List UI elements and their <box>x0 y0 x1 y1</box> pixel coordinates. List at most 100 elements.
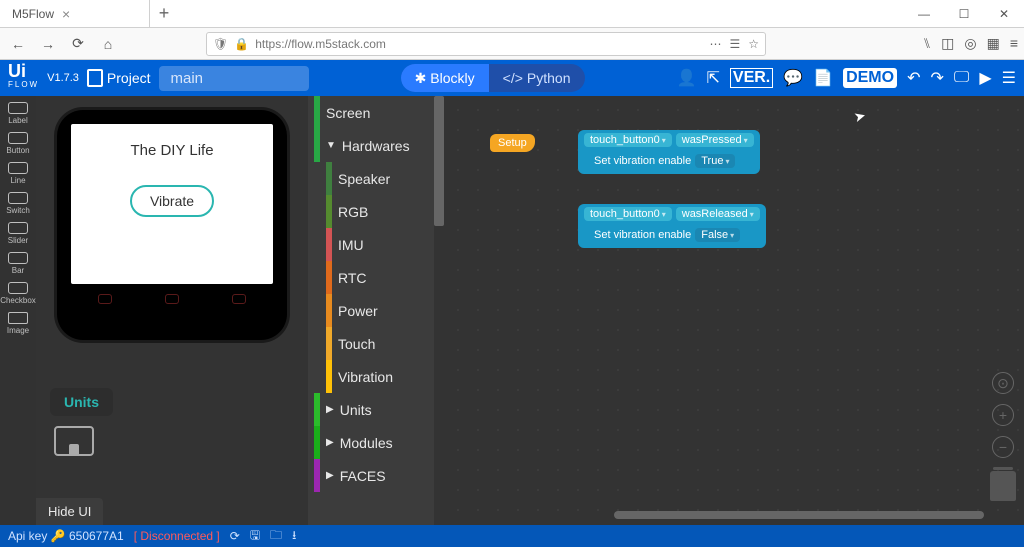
category-vibration[interactable]: Vibration <box>308 360 444 393</box>
app-logo: UiFLOW <box>8 64 39 92</box>
unit-slot[interactable] <box>54 426 94 456</box>
project-icon <box>87 69 103 87</box>
app-header: UiFLOW V1.7.3 Project main ✱ Blockly </>… <box>0 60 1024 96</box>
category-rtc[interactable]: RTC <box>308 261 444 294</box>
save-icon[interactable]: 🖫 <box>250 526 260 547</box>
action-label: Set vibration enable <box>594 155 691 167</box>
doc-icon[interactable]: 📄 <box>813 68 833 88</box>
category-units[interactable]: ▶Units <box>308 393 444 426</box>
status-bar: Api key 🔑 650677A1 [ Disconnected ] ⟳ 🖫 … <box>0 525 1024 547</box>
vibrate-button[interactable]: Vibrate <box>130 185 214 217</box>
setup-block[interactable]: Setup <box>490 134 535 152</box>
forward-icon[interactable]: → <box>36 32 60 56</box>
mode-blockly[interactable]: ✱ Blockly <box>401 64 489 92</box>
close-tab-icon[interactable]: × <box>62 6 70 22</box>
rail-bar[interactable]: Bar <box>8 250 28 276</box>
event-chip: wasReleased▾ <box>676 207 760 221</box>
zoom-in-icon[interactable]: + <box>992 404 1014 426</box>
rail-button[interactable]: Button <box>6 130 29 156</box>
tab-title: M5Flow <box>12 7 54 21</box>
action-label: Set vibration enable <box>594 229 691 241</box>
device-icon[interactable]: 🖵 <box>954 69 969 87</box>
category-scrollbar[interactable] <box>434 96 444 525</box>
canvas-controls: ⊙ + − <box>992 372 1014 458</box>
user-icon[interactable]: 👤 <box>677 68 697 88</box>
device-buttons <box>71 294 273 304</box>
center-icon[interactable]: ⊙ <box>992 372 1014 394</box>
category-modules[interactable]: ▶Modules <box>308 426 444 459</box>
blockly-canvas[interactable]: Setup touch_button0▾ wasPressed▾ Set vib… <box>444 96 1024 525</box>
event-block-released[interactable]: touch_button0▾ wasReleased▾ Set vibratio… <box>578 204 766 248</box>
browser-toolbar: ← → ⟳ ⌂ 🛡 🔒 https://flow.m5stack.com ⋯ ☰… <box>0 28 1024 60</box>
rail-slider[interactable]: Slider <box>8 220 28 246</box>
category-screen[interactable]: Screen <box>308 96 444 129</box>
redo-icon[interactable]: ↷ <box>930 68 943 88</box>
puzzle-icon: ✱ <box>415 70 427 87</box>
version-button[interactable]: VER. <box>730 68 773 88</box>
screen-text: The DIY Life <box>130 142 213 159</box>
target-chip: touch_button0▾ <box>584 207 672 221</box>
library-icon[interactable]: ⑊ <box>923 35 931 52</box>
back-icon[interactable]: ← <box>6 32 30 56</box>
minimize-icon[interactable]: — <box>904 7 944 21</box>
header-actions: 👤 ⇱ VER. 💬 📄 DEMO ↶ ↷ 🖵 ▶ ☰ <box>677 68 1016 88</box>
hide-ui-button[interactable]: Hide UI <box>36 498 103 525</box>
project-name-field[interactable]: main <box>159 66 309 91</box>
event-chip: wasPressed▾ <box>676 133 754 147</box>
window-controls: — ☐ ✕ <box>904 7 1024 21</box>
shield-icon: 🛡 <box>213 37 228 51</box>
undo-icon[interactable]: ↶ <box>907 68 920 88</box>
project-button[interactable]: Project <box>87 69 151 87</box>
device-screen[interactable]: The DIY Life Vibrate <box>71 124 273 284</box>
reader-icon[interactable]: ☰ <box>729 37 740 51</box>
lock-icon: 🔒 <box>234 37 249 51</box>
star-icon[interactable]: ☆ <box>748 37 759 51</box>
mode-switch: ✱ Blockly </> Python <box>401 64 585 92</box>
browser-tab[interactable]: M5Flow × <box>0 0 150 27</box>
category-imu[interactable]: IMU <box>308 228 444 261</box>
version-label: V1.7.3 <box>47 72 79 84</box>
category-rgb[interactable]: RGB <box>308 195 444 228</box>
units-label[interactable]: Units <box>50 388 113 416</box>
rail-switch[interactable]: Switch <box>6 190 30 216</box>
new-tab-button[interactable]: + <box>150 3 178 24</box>
widget-rail: Label Button Line Switch Slider Bar Chec… <box>0 96 36 525</box>
open-icon[interactable]: 🗀 <box>270 526 282 547</box>
canvas-scrollbar[interactable] <box>614 511 984 519</box>
ext1-icon[interactable]: ▦ <box>987 35 1000 52</box>
category-speaker[interactable]: Speaker <box>308 162 444 195</box>
code-icon: </> <box>503 70 523 86</box>
device-preview: The DIY Life Vibrate Units Hide UI <box>36 96 308 525</box>
reload-icon[interactable]: ⟳ <box>66 32 90 56</box>
category-touch[interactable]: Touch <box>308 327 444 360</box>
mouse-cursor-icon: ➤ <box>852 107 868 126</box>
demo-button[interactable]: DEMO <box>843 68 897 88</box>
maximize-icon[interactable]: ☐ <box>944 7 984 21</box>
zoom-out-icon[interactable]: − <box>992 436 1014 458</box>
url-bar[interactable]: 🛡 🔒 https://flow.m5stack.com ⋯ ☰ ☆ <box>206 32 766 56</box>
list-icon[interactable]: ☰ <box>1002 68 1016 88</box>
rail-line[interactable]: Line <box>8 160 28 186</box>
more-icon[interactable]: ⋯ <box>709 37 721 51</box>
run-icon[interactable]: ▶ <box>979 68 991 88</box>
sidebar-icon[interactable]: ◫ <box>941 35 954 52</box>
device-frame: The DIY Life Vibrate <box>57 110 287 340</box>
menu-icon[interactable]: ≡ <box>1010 35 1018 52</box>
account-icon[interactable]: ◎ <box>964 35 976 52</box>
category-faces[interactable]: ▶FACES <box>308 459 444 492</box>
download-icon[interactable]: ⭳ <box>292 526 296 547</box>
category-hardwares[interactable]: ▼Hardwares <box>308 129 444 162</box>
home-icon[interactable]: ⌂ <box>96 32 120 56</box>
rail-label[interactable]: Label <box>8 100 28 126</box>
close-window-icon[interactable]: ✕ <box>984 7 1024 21</box>
rail-image[interactable]: Image <box>7 310 29 336</box>
mode-python[interactable]: </> Python <box>489 64 585 92</box>
trash-icon[interactable] <box>990 471 1016 501</box>
category-power[interactable]: Power <box>308 294 444 327</box>
chat-icon[interactable]: 💬 <box>783 68 803 88</box>
block-categories: Screen▼HardwaresSpeakerRGBIMURTCPowerTou… <box>308 96 444 525</box>
event-block-pressed[interactable]: touch_button0▾ wasPressed▾ Set vibration… <box>578 130 760 174</box>
upload-icon[interactable]: ⇱ <box>706 68 719 88</box>
rail-checkbox[interactable]: Checkbox <box>0 280 36 306</box>
refresh-icon[interactable]: ⟳ <box>230 529 240 543</box>
